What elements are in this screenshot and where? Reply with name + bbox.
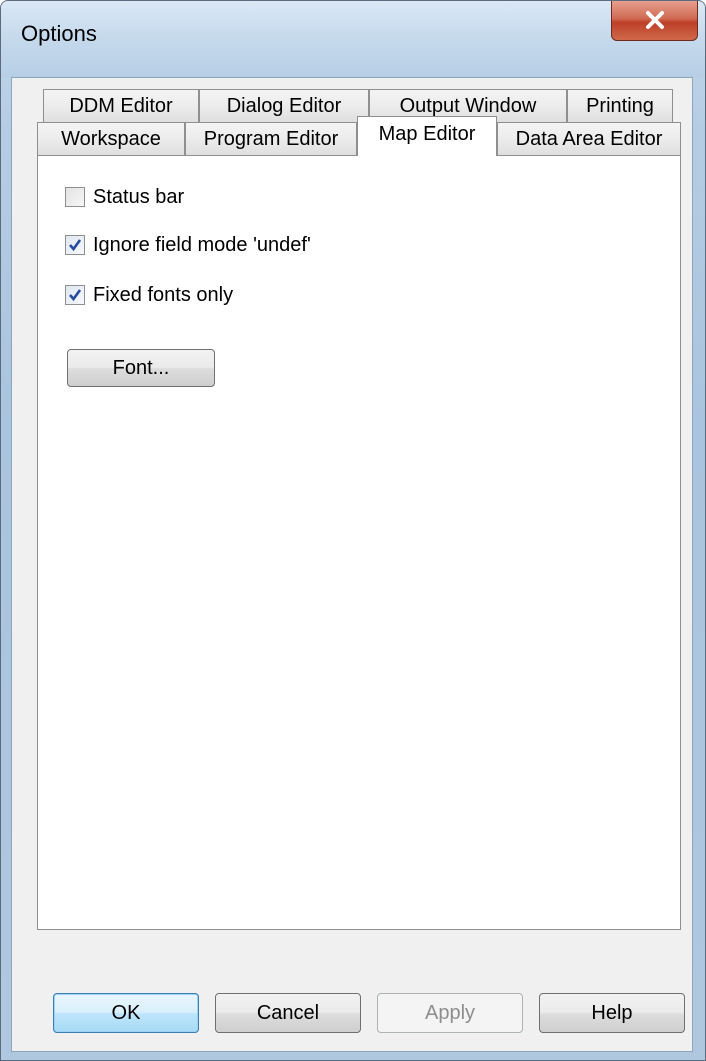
options-dialog: Options DDM Editor Dialog Editor Output … [0, 0, 706, 1061]
tab-program-editor[interactable]: Program Editor [185, 122, 357, 156]
status-bar-label: Status bar [93, 185, 185, 208]
ignore-undef-checkbox[interactable]: Ignore field mode 'undef' [65, 233, 311, 257]
checkmark-icon [69, 289, 82, 302]
title-bar[interactable]: Options [1, 1, 705, 77]
apply-button: Apply [377, 993, 523, 1033]
cancel-button[interactable]: Cancel [215, 993, 361, 1033]
tab-ddm-editor[interactable]: DDM Editor [43, 89, 199, 123]
font-button[interactable]: Font... [67, 349, 215, 387]
ignore-undef-label: Ignore field mode 'undef' [93, 233, 311, 256]
tab-data-area-editor[interactable]: Data Area Editor [497, 122, 681, 156]
help-button[interactable]: Help [539, 993, 685, 1033]
checkmark-icon [69, 239, 82, 252]
close-button[interactable] [611, 1, 698, 41]
ok-button[interactable]: OK [53, 993, 199, 1033]
fixed-fonts-checkbox[interactable]: Fixed fonts only [65, 283, 233, 307]
checkbox-checked-icon[interactable] [65, 235, 85, 255]
tab-printing[interactable]: Printing [567, 89, 673, 123]
checkbox-unchecked-icon[interactable] [65, 187, 85, 207]
fixed-fonts-label: Fixed fonts only [93, 283, 234, 306]
close-icon [646, 11, 664, 29]
tab-panel-map-editor [37, 155, 681, 930]
window-title: Options [21, 21, 97, 46]
checkbox-checked-icon[interactable] [65, 285, 85, 305]
tab-workspace[interactable]: Workspace [37, 122, 185, 156]
tab-map-editor[interactable]: Map Editor [357, 116, 497, 156]
status-bar-checkbox[interactable]: Status bar [65, 185, 184, 209]
tab-dialog-editor[interactable]: Dialog Editor [199, 89, 369, 123]
